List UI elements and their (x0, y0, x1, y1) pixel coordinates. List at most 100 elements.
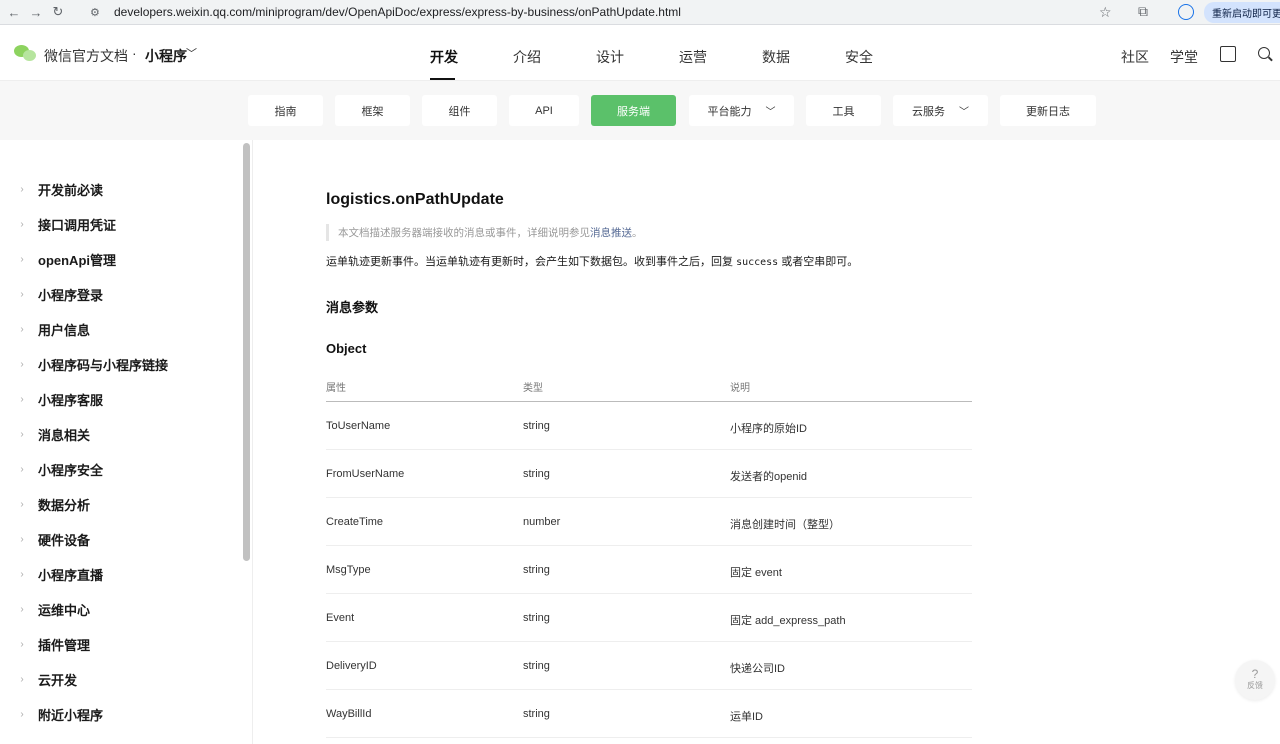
search-icon[interactable] (1258, 47, 1270, 59)
cell-description: 运单ID (730, 711, 763, 723)
nav-active-indicator (430, 78, 455, 80)
page-title: logistics.onPathUpdate (326, 191, 504, 208)
subnav-changelog[interactable]: 更新日志 (1000, 95, 1096, 126)
academy-link[interactable]: 学堂 (1170, 47, 1198, 67)
reload-icon[interactable]: ↻ (48, 2, 68, 22)
chevron-right-icon: › (20, 569, 24, 580)
nav-data[interactable]: 数据 (762, 47, 790, 67)
sidebar-item[interactable]: › 小程序客服 (0, 382, 240, 417)
table-row: MsgType string 固定 event (326, 546, 972, 594)
cell-property: WayBillId (326, 708, 372, 720)
chevron-right-icon: › (20, 639, 24, 650)
profile-icon[interactable] (1178, 4, 1194, 20)
doc-switch-icon[interactable] (1220, 46, 1236, 62)
chevron-right-icon: › (20, 499, 24, 510)
main-nav: 开发 介绍 设计 运营 数据 安全 (0, 25, 1280, 81)
sidebar-item[interactable]: › 附近小程序 (0, 697, 240, 732)
table-row: FromUserName string 发送者的openid (326, 450, 972, 498)
cell-description: 发送者的openid (730, 471, 808, 483)
col-type: 类型 (523, 383, 543, 394)
sidebar-item[interactable]: › 接口调用凭证 (0, 207, 240, 242)
cell-type: number (523, 516, 561, 528)
chevron-right-icon: › (20, 289, 24, 300)
community-link[interactable]: 社区 (1121, 47, 1149, 67)
subnav-components[interactable]: 组件 (422, 95, 497, 126)
sidebar-item[interactable]: › 用户信息 (0, 312, 240, 347)
chevron-right-icon: › (20, 359, 24, 370)
cell-type: string (523, 708, 550, 720)
table-row: CreateTime number 消息创建时间（整型） (326, 498, 972, 546)
update-chip[interactable]: 重新启动即可更新 (1204, 2, 1280, 23)
sidebar-scrollbar[interactable] (243, 143, 250, 561)
chevron-down-icon: ﹀ (765, 107, 776, 118)
site-info-icon[interactable]: ⚙ (90, 6, 108, 19)
chevron-right-icon: › (20, 464, 24, 475)
table-row: DeliveryID string 快递公司ID (326, 642, 972, 690)
sidebar-item[interactable]: › 运维中心 (0, 592, 240, 627)
chevron-right-icon: › (20, 604, 24, 615)
cell-property: FromUserName (326, 468, 405, 480)
back-icon[interactable]: ← (4, 2, 24, 22)
sidebar-item[interactable]: › openApi管理 (0, 242, 240, 277)
chevron-right-icon: › (20, 674, 24, 685)
nav-security[interactable]: 安全 (845, 47, 873, 67)
cell-description: 固定 event (730, 567, 782, 579)
feedback-label: 反馈 (1247, 681, 1263, 690)
cell-property: ToUserName (326, 420, 391, 432)
cell-type: string (523, 564, 550, 576)
sidebar-item[interactable]: › 插件管理 (0, 627, 240, 662)
subnav-api[interactable]: API (509, 95, 579, 126)
chevron-right-icon: › (20, 429, 24, 440)
message-push-link[interactable]: 消息推送 (590, 225, 632, 240)
cell-property: Event (326, 612, 355, 624)
sub-nav: 指南 框架 组件 API 服务端 平台能力 ﹀ 工具 云服务 ﹀ 更新日志 (0, 81, 1280, 140)
chevron-right-icon: › (20, 709, 24, 720)
subnav-guide[interactable]: 指南 (248, 95, 323, 126)
nav-operation[interactable]: 运营 (679, 47, 707, 67)
chevron-down-icon: ﹀ (959, 107, 969, 118)
table-row: WayBillId string 运单ID (326, 690, 972, 738)
nav-dev[interactable]: 开发 (430, 47, 458, 67)
question-icon: ? (1251, 667, 1259, 681)
sidebar-item[interactable]: › 小程序直播 (0, 557, 240, 592)
table-header: 属性 类型 说明 (326, 379, 972, 402)
nav-design[interactable]: 设计 (596, 47, 624, 67)
sidebar-item[interactable]: › 云开发 (0, 662, 240, 697)
col-description: 说明 (730, 383, 750, 394)
chevron-right-icon: › (20, 254, 24, 265)
cell-type: string (523, 468, 550, 480)
cell-description: 小程序的原始ID (730, 423, 807, 435)
chevron-right-icon: › (20, 534, 24, 545)
sidebar-item[interactable]: › 小程序安全 (0, 452, 240, 487)
sidebar-item[interactable]: › 小程序码与小程序链接 (0, 347, 240, 382)
sidebar-item[interactable]: › 小程序登录 (0, 277, 240, 312)
subnav-platform[interactable]: 平台能力 ﹀ (689, 95, 794, 126)
feedback-button[interactable]: ? 反馈 (1235, 660, 1275, 700)
sidebar-item[interactable]: › 硬件设备 (0, 522, 240, 557)
site-header: 微信官方文档 · 小程序 ﹀ 开发 介绍 设计 运营 数据 安全 社区 学堂 (0, 25, 1280, 81)
extensions-icon[interactable]: ⧉ (1138, 3, 1148, 20)
address-bar[interactable]: ⚙ developers.weixin.qq.com/miniprogram/d… (84, 1, 1134, 23)
sidebar-item[interactable]: › 数据分析 (0, 487, 240, 522)
cell-description: 消息创建时间（整型） (730, 519, 840, 531)
subnav-cloud[interactable]: 云服务 ﹀ (893, 95, 988, 126)
cell-type: string (523, 612, 550, 624)
forward-icon[interactable]: → (26, 2, 46, 22)
subnav-tools[interactable]: 工具 (806, 95, 881, 126)
subnav-server[interactable]: 服务端 (591, 95, 676, 126)
chevron-right-icon: › (20, 394, 24, 405)
cell-type: string (523, 420, 550, 432)
bookmark-star-icon[interactable]: ☆ (1099, 4, 1112, 21)
cell-type: string (523, 660, 550, 672)
subnav-framework[interactable]: 框架 (335, 95, 410, 126)
sidebar-item[interactable]: › 消息相关 (0, 417, 240, 452)
col-property: 属性 (326, 383, 346, 394)
event-description: 运单轨迹更新事件。当运单轨迹有更新时，会产生如下数据包。收到事件之后，回复 su… (326, 256, 859, 268)
cell-property: CreateTime (326, 516, 384, 528)
table-row: Event string 固定 add_express_path (326, 594, 972, 642)
nav-intro[interactable]: 介绍 (513, 47, 541, 67)
inline-code: success (736, 257, 779, 268)
cell-description: 快递公司ID (730, 663, 785, 675)
sidebar-item[interactable]: › 开发前必读 (0, 172, 240, 207)
url-text: developers.weixin.qq.com/miniprogram/dev… (114, 5, 681, 19)
